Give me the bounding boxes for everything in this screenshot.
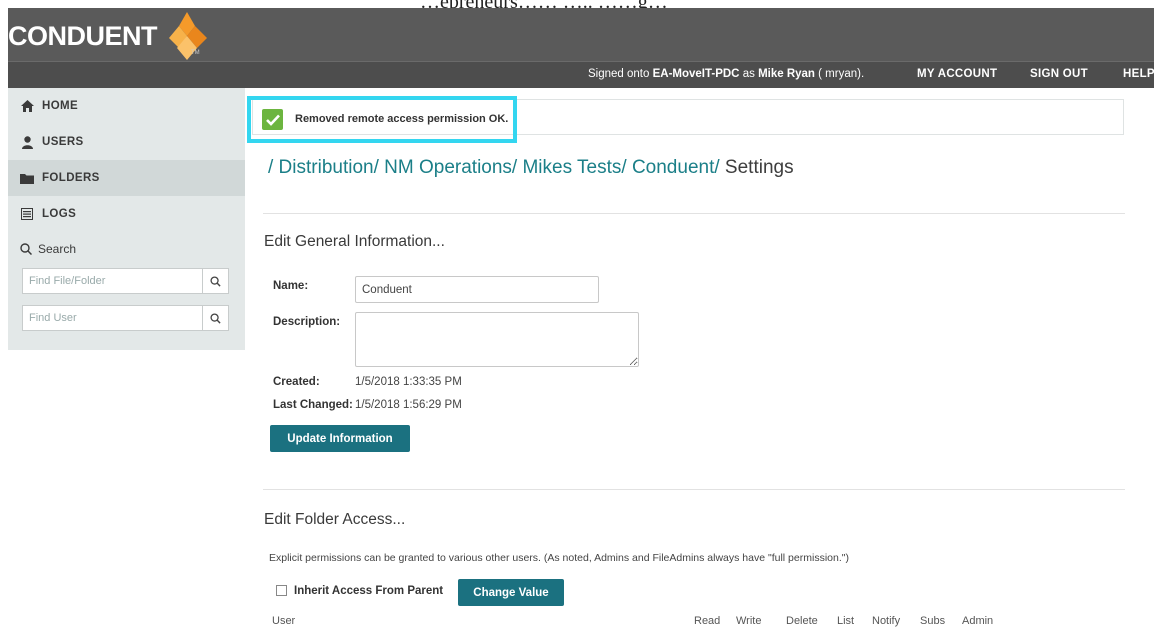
help-link[interactable]: HELP (1123, 68, 1154, 80)
server-name: EA-MoveIT-PDC (652, 68, 740, 80)
search-heading: Search (20, 242, 76, 256)
find-user-input[interactable] (23, 306, 203, 330)
logo[interactable]: CONDUENT (8, 12, 209, 60)
column-header-admin: Admin (962, 615, 994, 627)
name-input[interactable] (355, 276, 599, 303)
folder-access-heading: Edit Folder Access... (264, 511, 406, 528)
user-id: ( mryan). (818, 68, 865, 80)
column-header-write: Write (736, 615, 762, 627)
highlight-box (247, 96, 517, 143)
app-header: CONDUENT TM Signed onto EA-MoveIT-PDC as… (8, 8, 1154, 88)
sidebar-item-label: USERS (42, 136, 84, 148)
user-icon (20, 135, 34, 149)
find-file-input[interactable] (23, 269, 203, 293)
breadcrumb-distribution[interactable]: / Distribution/ (268, 157, 379, 178)
created-value: 1/5/2018 1:33:35 PM (355, 376, 462, 388)
created-label: Created: (273, 376, 320, 388)
signed-in-status: Signed onto EA-MoveIT-PDC as Mike Ryan (… (588, 68, 864, 80)
divider (263, 489, 1125, 490)
sidebar-item-home[interactable]: HOME (8, 88, 245, 124)
general-heading: Edit General Information... (264, 233, 445, 250)
column-header-user: User (272, 615, 296, 627)
column-header-notify: Notify (872, 615, 901, 627)
magnifier-icon (210, 312, 221, 324)
sidebar-item-label: LOGS (42, 208, 77, 220)
description-label: Description: (273, 316, 341, 328)
breadcrumb: / Distribution/ NM Operations/ Mikes Tes… (268, 157, 794, 179)
sidebar: HOME USERS FOLDERS LOGS Search (8, 88, 245, 623)
inherit-access-checkbox[interactable] (276, 585, 287, 596)
permissions-note: Explicit permissions can be granted to v… (269, 552, 849, 564)
sidebar-item-label: HOME (42, 100, 79, 112)
find-user-search-button[interactable] (202, 306, 228, 330)
last-changed-label: Last Changed: (273, 399, 353, 411)
folder-icon (20, 171, 34, 185)
home-icon (20, 99, 34, 113)
my-account-link[interactable]: MY ACCOUNT (917, 68, 997, 80)
user-name: Mike Ryan (758, 68, 815, 80)
divider (263, 213, 1125, 214)
column-header-delete: Delete (786, 615, 818, 627)
change-value-button[interactable]: Change Value (458, 579, 564, 606)
logo-trademark: TM (191, 50, 200, 56)
search-label: Search (38, 242, 77, 256)
find-user-field (22, 305, 229, 331)
as-text: as (742, 68, 755, 80)
find-file-search-button[interactable] (202, 269, 228, 293)
column-header-list: List (837, 615, 855, 627)
sign-out-link[interactable]: SIGN OUT (1030, 68, 1088, 80)
description-textarea[interactable] (355, 312, 639, 367)
search-icon (20, 243, 32, 255)
sidebar-item-users[interactable]: USERS (8, 124, 245, 160)
name-label: Name: (273, 280, 309, 292)
column-header-subs: Subs (920, 615, 946, 627)
breadcrumb-nm-operations[interactable]: NM Operations/ (384, 157, 517, 178)
signed-prefix: Signed onto (588, 68, 650, 80)
breadcrumb-mikes-tests[interactable]: Mikes Tests/ (522, 157, 626, 178)
sidebar-item-logs[interactable]: LOGS (8, 196, 245, 232)
find-file-field (22, 268, 229, 294)
update-information-button[interactable]: Update Information (270, 425, 410, 452)
logo-mark-icon (169, 12, 207, 60)
last-changed-value: 1/5/2018 1:56:29 PM (355, 399, 462, 411)
breadcrumb-conduent[interactable]: Conduent/ (632, 157, 720, 178)
sidebar-item-folders[interactable]: FOLDERS (8, 160, 245, 196)
column-header-read: Read (694, 615, 721, 627)
log-icon (20, 207, 34, 221)
inherit-access-label: Inherit Access From Parent (294, 585, 444, 597)
sidebar-item-label: FOLDERS (42, 172, 100, 184)
logo-text: CONDUENT (8, 20, 158, 51)
magnifier-icon (210, 275, 221, 287)
breadcrumb-current: Settings (724, 157, 794, 178)
